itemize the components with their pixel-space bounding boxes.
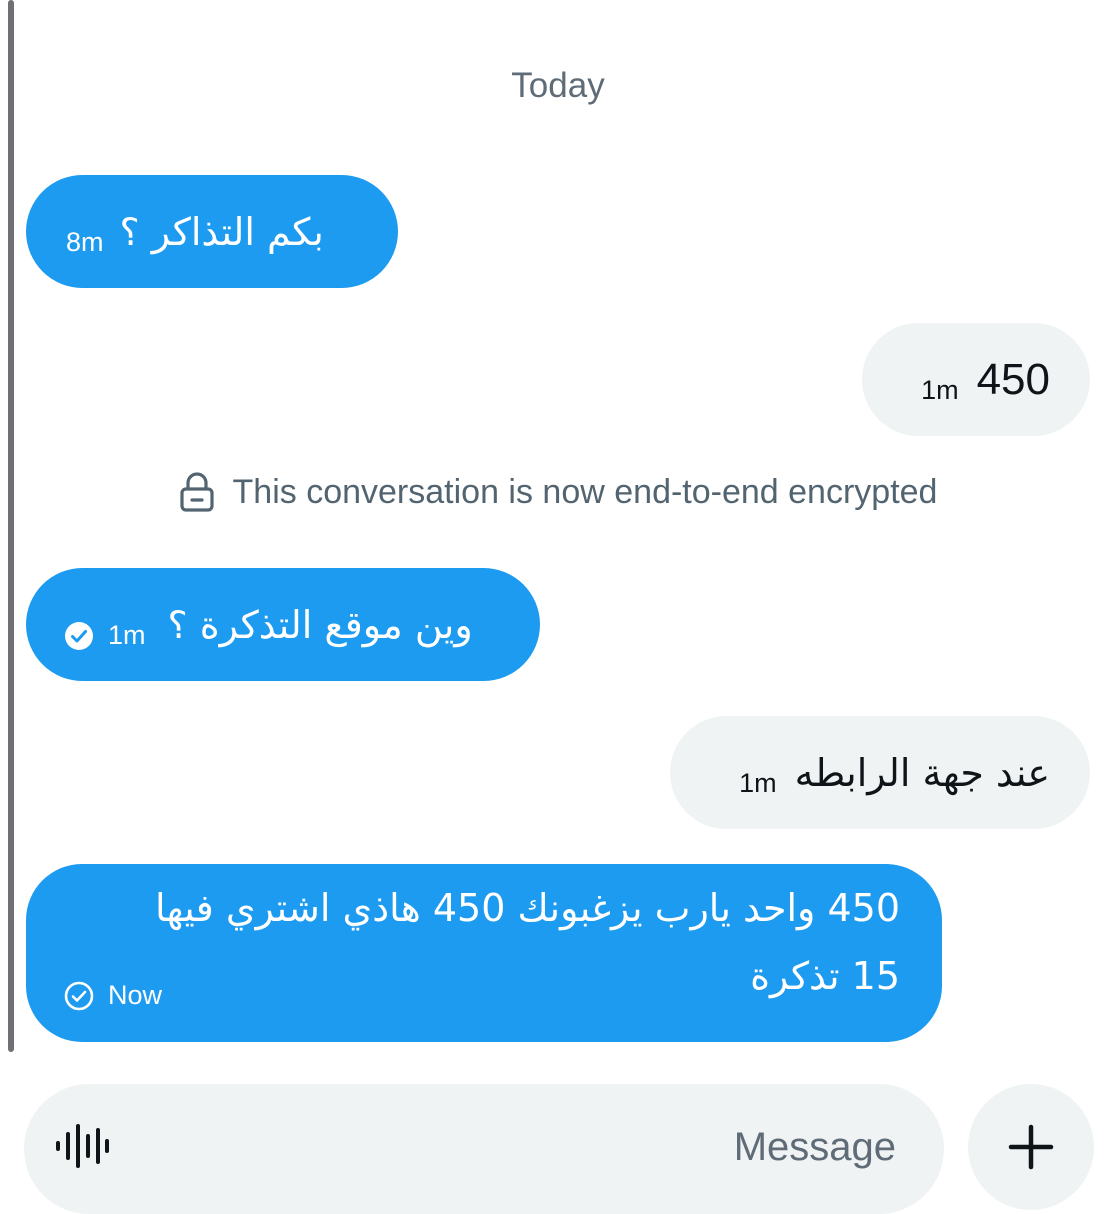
message-text: وين موقع التذكرة ؟ (167, 602, 473, 647)
check-circle-filled-icon (65, 621, 93, 650)
message-bubble-sent[interactable]: 8m بكم التذاكر ؟ (26, 175, 398, 288)
add-attachment-button[interactable] (968, 1084, 1094, 1210)
message-composer (24, 1084, 944, 1214)
message-timestamp: 8m (66, 227, 104, 257)
check-circle-outline-icon (64, 981, 94, 1010)
message-text-line: 15 تذكرة (750, 954, 900, 998)
message-text: عند جهة الرابطه (794, 750, 1050, 795)
date-divider: Today (511, 66, 605, 105)
message-timestamp: 1m (739, 768, 777, 798)
message-bubble-sent[interactable]: 1m وين موقع التذكرة ؟ (26, 568, 540, 681)
message-bubble-sent[interactable]: 450 واحد يارب يزغبونك 450 هاذي اشتري فيه… (26, 864, 942, 1042)
message-input[interactable] (294, 1120, 898, 1174)
voice-waveform-icon[interactable] (54, 1124, 110, 1168)
message-text-line: 450 واحد يارب يزغبونك 450 هاذي اشتري فيه… (155, 886, 900, 930)
plus-icon (1008, 1124, 1054, 1170)
message-status: Now (64, 980, 162, 1011)
message-timestamp: 1m (921, 375, 959, 405)
message-text: بكم التذاكر ؟ (119, 209, 324, 254)
lock-icon (179, 472, 214, 512)
encryption-notice-text: This conversation is now end-to-end encr… (232, 472, 938, 511)
message-bubble-received[interactable]: 1m عند جهة الرابطه (670, 716, 1090, 829)
message-timestamp: Now (108, 980, 163, 1010)
message-bubble-received[interactable]: 1m 450 (862, 323, 1090, 436)
message-text: 450 (976, 354, 1050, 404)
encryption-notice: This conversation is now end-to-end encr… (0, 472, 1116, 512)
scroll-indicator (8, 0, 14, 1052)
message-timestamp: 1m (108, 620, 146, 650)
